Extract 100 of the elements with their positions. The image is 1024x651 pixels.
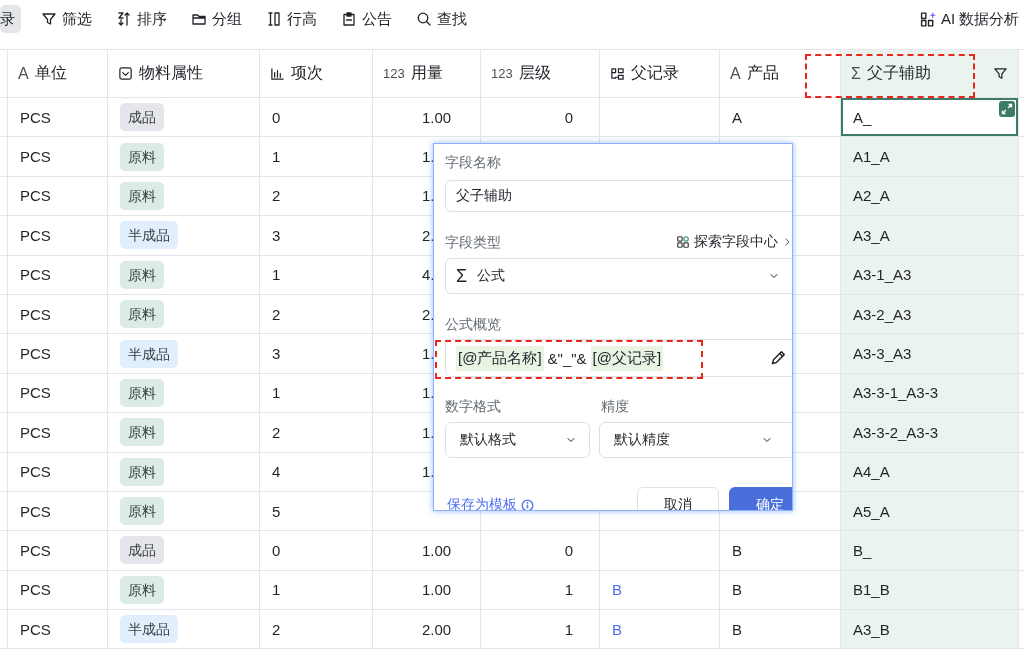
- table-cell-text: A3-3-1_A3-3: [853, 384, 939, 402]
- table-cell-text: 1: [272, 266, 281, 284]
- table-cell-text: 2.: [422, 226, 436, 244]
- table-cell-text: PCS: [20, 305, 51, 323]
- toolbar-button[interactable]: 排序: [112, 5, 171, 33]
- table-cell-text: A_: [853, 108, 872, 126]
- table-cell-text: B_: [853, 542, 872, 559]
- table-cell-text: 1.: [422, 384, 436, 402]
- search-icon: [416, 11, 432, 27]
- sparkle-grid-icon: [920, 10, 937, 28]
- toolbar-button[interactable]: 行高: [262, 5, 321, 33]
- table-cell-text: A3-1_A3: [853, 266, 912, 284]
- field-name-input[interactable]: 父子辅助: [445, 180, 792, 212]
- toolbar-button[interactable]: 录: [0, 5, 21, 33]
- record-link[interactable]: B: [612, 581, 622, 599]
- field-type-icon: A: [18, 64, 29, 83]
- table-cell-text: 2: [272, 187, 281, 205]
- filter-icon[interactable]: [993, 66, 1008, 81]
- field-type-icon: A: [730, 64, 741, 83]
- select-value: 默认格式: [460, 431, 516, 449]
- category-tag: 原料: [120, 378, 164, 407]
- table-cell-text: PCS: [20, 384, 51, 402]
- field-label: 精度: [601, 397, 629, 415]
- category-tag: 半成品: [120, 221, 178, 250]
- category-tag: 半成品: [120, 615, 178, 644]
- category-tag: 原料: [120, 300, 164, 329]
- field-type-icon: Σ: [851, 64, 861, 83]
- table-cell-text: 1: [272, 384, 281, 402]
- table-cell-text: PCS: [20, 463, 51, 481]
- active-cell[interactable]: A_: [841, 98, 1019, 137]
- field-type-icon: 123: [491, 66, 513, 81]
- expand-icon[interactable]: [999, 101, 1015, 117]
- formula-field-token: [@产品名称]: [456, 345, 544, 371]
- record-link[interactable]: B: [612, 620, 622, 638]
- field-type-select[interactable]: Σ 公式: [445, 258, 792, 294]
- category-tag: 原料: [120, 418, 164, 447]
- table-cell-text: 3: [272, 226, 281, 244]
- explore-link[interactable]: 探索字段中心: [676, 233, 792, 251]
- column-title: 父记录: [631, 63, 679, 83]
- table-cell-text: A3-3-2_A3-3: [853, 423, 939, 441]
- column-title: 层级: [518, 63, 551, 83]
- table-cell-text: A3_B: [853, 620, 890, 638]
- toolbar-button[interactable]: 分组: [187, 5, 246, 33]
- toolbar-button[interactable]: 公告: [337, 5, 396, 33]
- field-label: 字段类型: [445, 233, 501, 251]
- column-title: 物料属性: [139, 63, 203, 83]
- field-label: 数字格式: [445, 397, 502, 415]
- table-cell-text: A3-3_A3: [853, 345, 912, 363]
- column-header[interactable]: 项次: [260, 50, 373, 97]
- table-cell-text: B: [732, 542, 742, 559]
- category-tag: 原料: [120, 497, 164, 526]
- table-cell-text: 2.: [422, 305, 436, 323]
- table-cell-text: PCS: [20, 226, 51, 244]
- table-cell-text: A3-2_A3: [853, 305, 912, 323]
- table-cell-text: 1.: [422, 187, 436, 205]
- column-header[interactable]: Σ 父子辅助: [841, 50, 1019, 97]
- table-cell-text: 1.00: [422, 108, 453, 126]
- field-label: 字段名称: [445, 153, 502, 171]
- select-value: 默认精度: [613, 431, 670, 449]
- table-cell-text: 1.: [422, 345, 436, 363]
- table-cell-text: A4_A: [853, 463, 890, 481]
- chevron-right-icon: [782, 236, 792, 248]
- table-cell-text: 1: [564, 581, 573, 599]
- cancel-button[interactable]: 取消: [637, 487, 719, 510]
- column-header[interactable]: 123 层级: [481, 50, 600, 97]
- table-cell-text: PCS: [20, 581, 51, 599]
- column-title: 用量: [410, 63, 443, 83]
- table-cell-text: PCS: [20, 148, 51, 166]
- table-cell-text: PCS: [20, 345, 51, 363]
- ai-analysis-button[interactable]: AI 数据分析: [920, 5, 1020, 33]
- table-cell-text: A3_A: [853, 226, 890, 244]
- column-header[interactable]: 123 用量: [373, 50, 481, 97]
- table-cell-text: B: [732, 581, 742, 599]
- column-header[interactable]: A 单位: [8, 50, 108, 97]
- column-header[interactable]: 父记录: [600, 50, 720, 97]
- table-cell-text: 4.: [422, 266, 436, 284]
- toolbar-button[interactable]: 查找: [412, 5, 471, 33]
- table-cell-text: A5_A: [853, 502, 890, 520]
- formula-field[interactable]: [@产品名称] &"_"& [@父记录]: [445, 339, 792, 377]
- table-cell-text: 0: [272, 108, 281, 126]
- folder-icon: [191, 11, 207, 27]
- column-title: 项次: [291, 63, 323, 83]
- table-cell-text: 1.00: [422, 542, 453, 559]
- category-tag: 原料: [120, 575, 164, 604]
- table-cell-text: 0: [272, 542, 281, 559]
- category-tag: 原料: [120, 181, 164, 210]
- clipboard-icon: [341, 11, 357, 27]
- filter-icon: [41, 11, 57, 27]
- toolbar-button[interactable]: 筛选: [37, 5, 96, 33]
- column-header[interactable]: 物料属性: [108, 50, 260, 97]
- table-cell-text: 4: [272, 463, 281, 481]
- sigma-icon: Σ: [456, 265, 468, 287]
- table-cell-text: 1: [272, 581, 281, 599]
- grid-icon: [676, 235, 690, 249]
- table-cell-text: PCS: [20, 108, 51, 126]
- precision-select[interactable]: 默认精度: [598, 422, 792, 458]
- number-format-select[interactable]: 默认格式: [445, 422, 590, 458]
- pencil-icon[interactable]: [769, 349, 787, 367]
- table-cell-text: B: [732, 620, 742, 638]
- category-tag: 原料: [120, 260, 164, 289]
